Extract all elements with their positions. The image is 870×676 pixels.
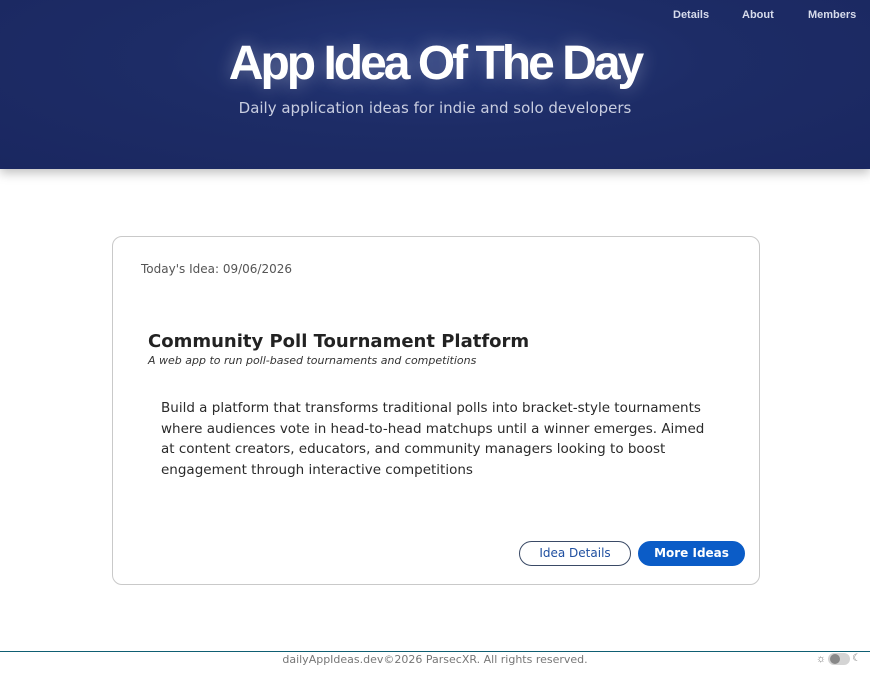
site-title: App Idea Of The Day <box>228 37 644 90</box>
nav-link-about[interactable]: About <box>742 8 774 22</box>
idea-card: Today's Idea: 09/06/2026 Community Poll … <box>112 236 760 585</box>
sun-icon: ☼ <box>816 653 827 665</box>
idea-date: Today's Idea: 09/06/2026 <box>141 262 292 276</box>
switch-knob <box>830 654 841 664</box>
theme-toggle[interactable]: ☼ ☾ <box>816 652 861 666</box>
idea-title: Community Poll Tournament Platform <box>148 331 530 352</box>
moon-icon: ☾ <box>852 653 862 664</box>
footer-divider <box>0 651 870 652</box>
idea-details-button[interactable]: Idea Details <box>519 541 631 566</box>
idea-tagline: A web app to run poll-based tournaments … <box>148 354 477 367</box>
nav-link-details[interactable]: Details <box>673 8 709 22</box>
nav-link-members[interactable]: Members <box>808 8 856 22</box>
site-subtitle: Daily application ideas for indie and so… <box>238 99 632 117</box>
site-header: Details About Members App Idea Of The Da… <box>0 0 870 169</box>
footer-copyright: dailyAppIdeas.dev©2026 ParsecXR. All rig… <box>282 653 588 666</box>
more-ideas-button[interactable]: More Ideas <box>638 541 745 566</box>
idea-description: Build a platform that transforms traditi… <box>161 400 705 478</box>
theme-switch[interactable] <box>828 653 851 665</box>
